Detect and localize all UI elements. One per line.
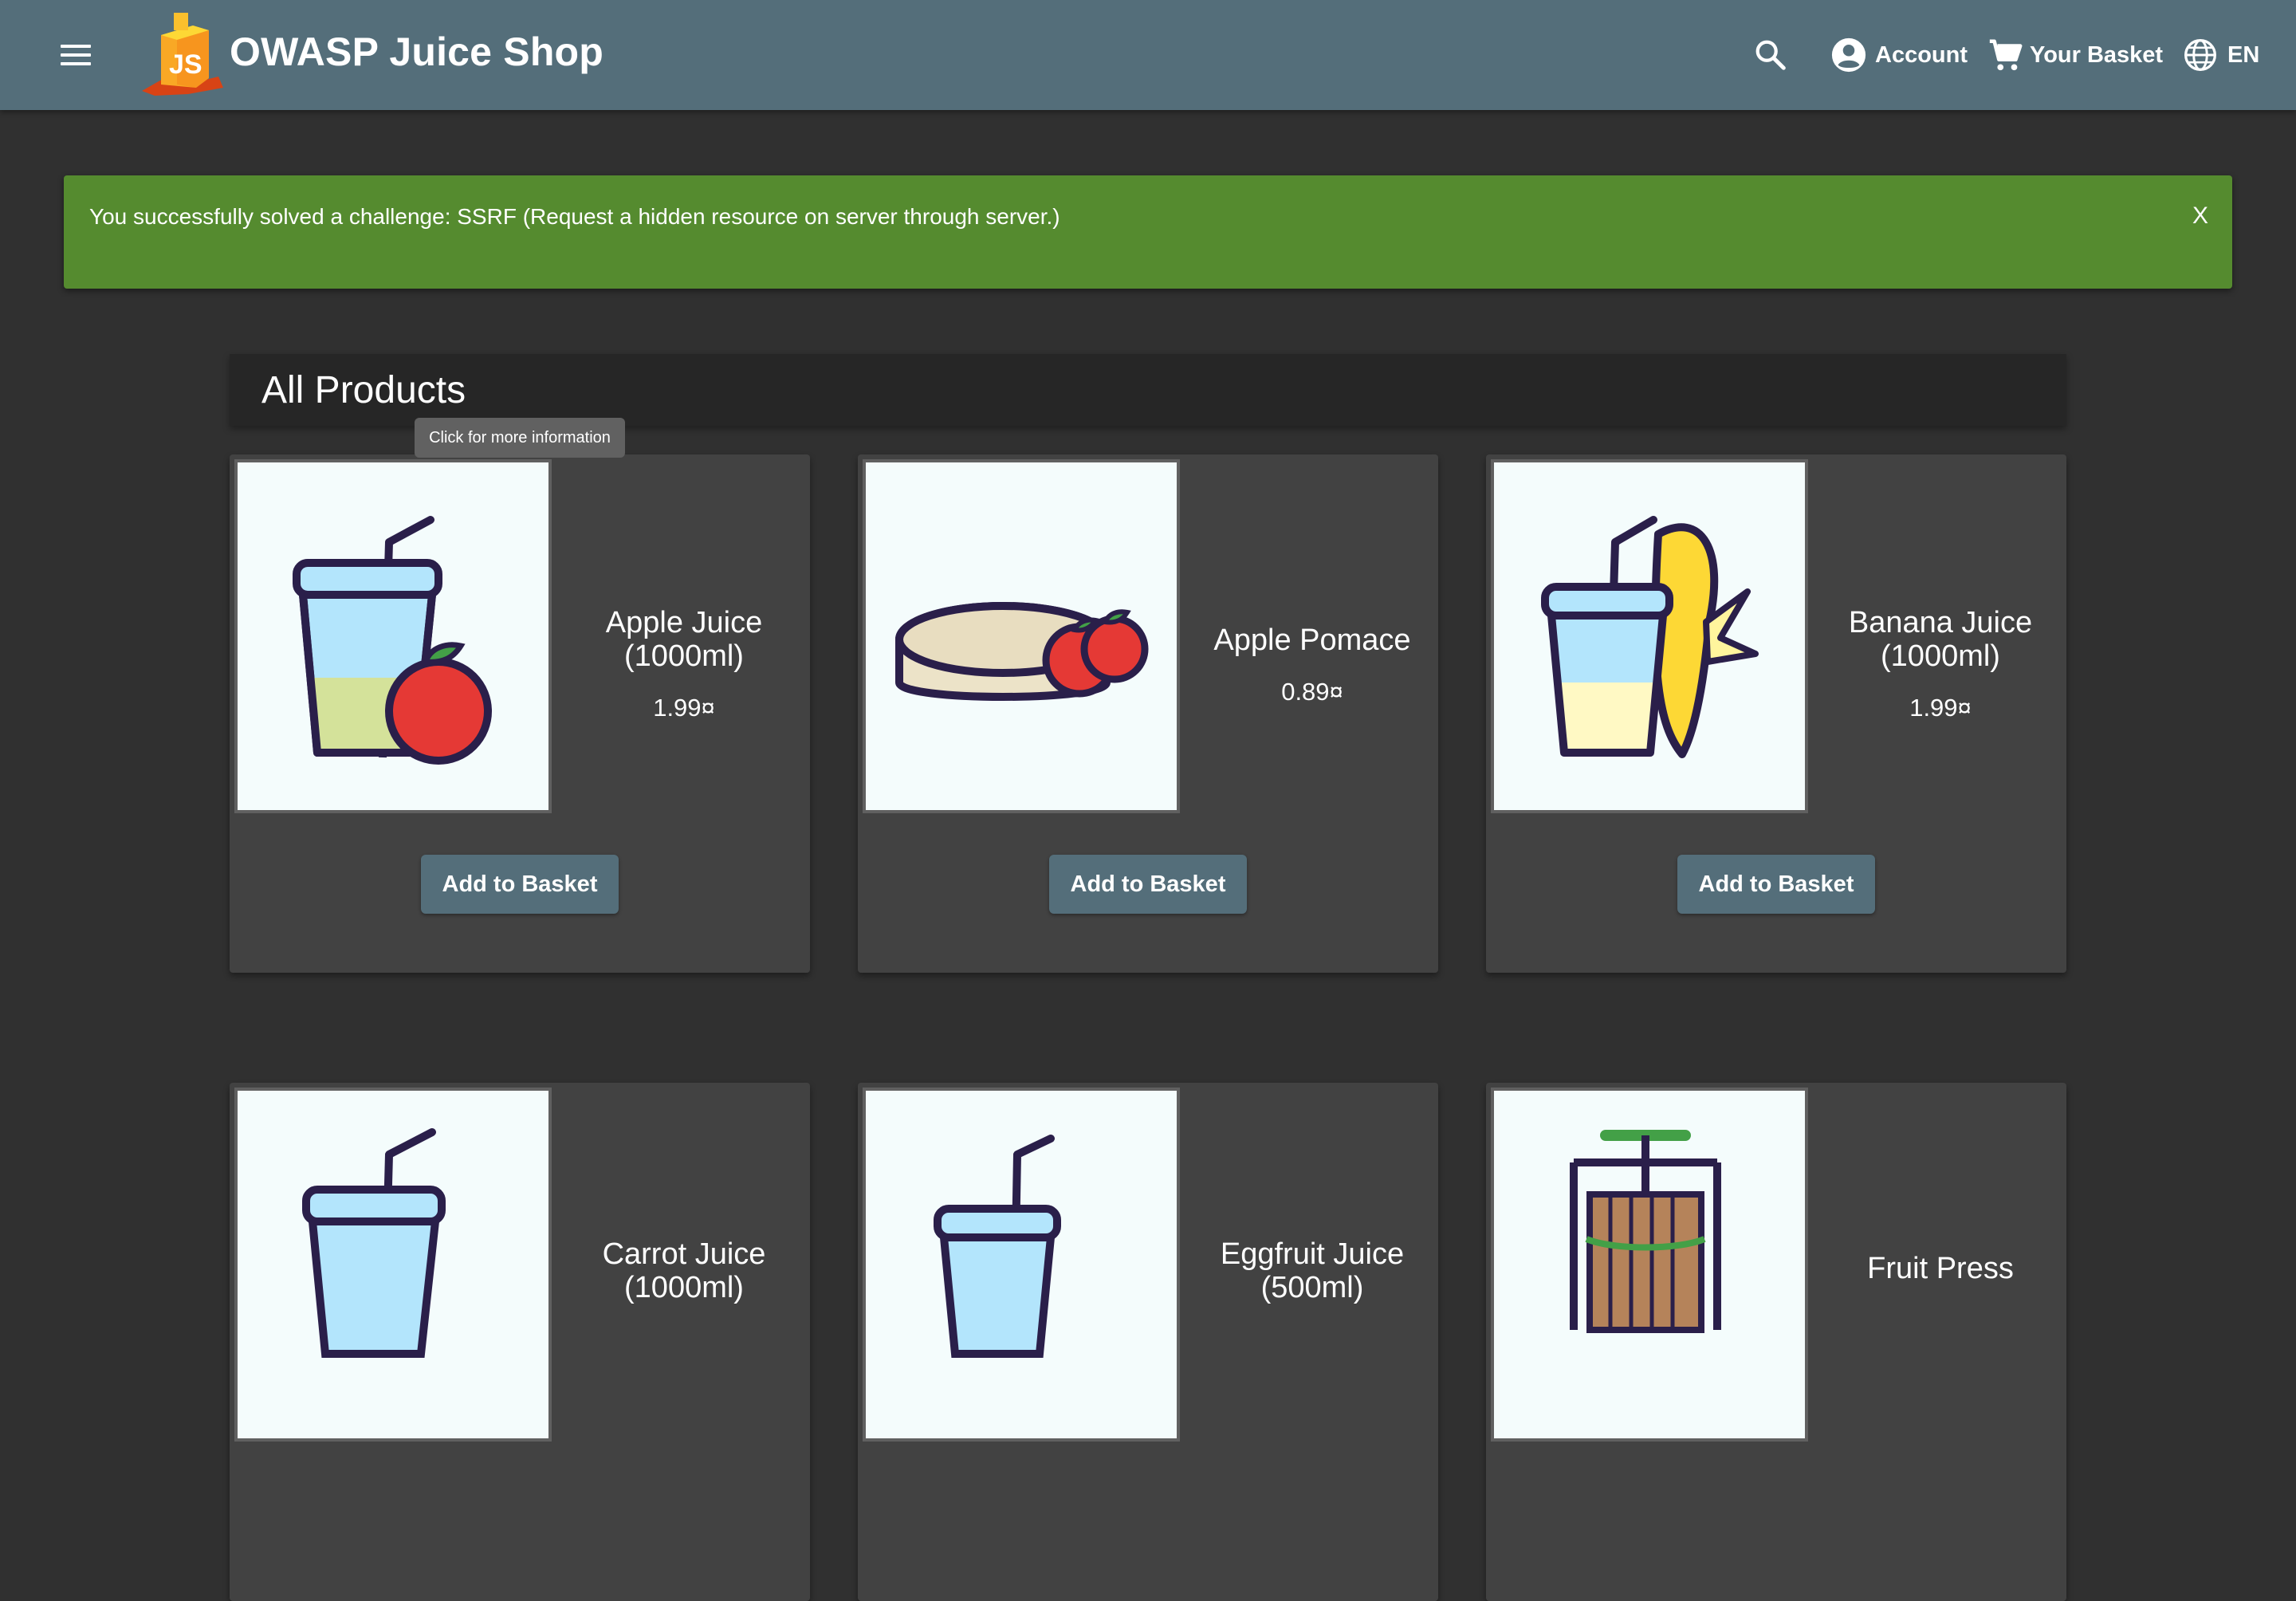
product-image[interactable] bbox=[1491, 459, 1808, 813]
carrot-juice-image bbox=[302, 1128, 446, 1358]
product-card[interactable]: Fruit Press bbox=[1486, 1083, 2066, 1601]
product-info: Eggfruit Juice (500ml) bbox=[1186, 1237, 1438, 1304]
product-name: Banana Juice (1000ml) bbox=[1848, 606, 2033, 673]
product-name: Fruit Press bbox=[1867, 1252, 2014, 1285]
cart-icon bbox=[1989, 39, 2023, 71]
basket-label: Your Basket bbox=[2030, 41, 2164, 68]
page-title: All Products bbox=[261, 369, 466, 411]
apple-pomace-image bbox=[895, 602, 1149, 701]
account-label: Account bbox=[1875, 41, 1968, 68]
product-card[interactable]: Eggfruit Juice (500ml) bbox=[858, 1083, 1438, 1601]
app-title[interactable]: OWASP Juice Shop bbox=[230, 29, 603, 75]
product-image[interactable] bbox=[234, 459, 552, 813]
language-button[interactable]: EN bbox=[2183, 0, 2259, 110]
products-heading-card: All Products bbox=[230, 354, 2066, 426]
product-name: Apple Juice (1000ml) bbox=[605, 606, 763, 673]
product-card[interactable]: Carrot Juice (1000ml) bbox=[230, 1083, 810, 1601]
product-tooltip: Click for more information bbox=[415, 418, 625, 458]
basket-button[interactable]: Your Basket bbox=[1987, 0, 2163, 110]
product-image[interactable] bbox=[863, 459, 1180, 813]
account-circle-icon bbox=[1831, 37, 1866, 73]
globe-icon bbox=[2184, 39, 2216, 71]
notification-close-button[interactable]: X bbox=[2192, 203, 2208, 230]
product-price: 0.89¤ bbox=[1281, 678, 1343, 706]
product-image[interactable] bbox=[863, 1088, 1180, 1442]
product-info: Apple Juice (1000ml) 1.99¤ bbox=[558, 606, 810, 722]
product-card[interactable]: Apple Pomace 0.89¤ Add to Basket bbox=[858, 454, 1438, 973]
menu-icon[interactable] bbox=[49, 35, 102, 75]
product-info: Carrot Juice (1000ml) bbox=[558, 1237, 810, 1304]
challenge-solved-notification: You successfully solved a challenge: SSR… bbox=[64, 175, 2232, 289]
product-card[interactable]: Banana Juice (1000ml) 1.99¤ Add to Baske… bbox=[1486, 454, 2066, 973]
eggfruit-juice-image bbox=[934, 1135, 1061, 1358]
add-to-basket-button[interactable]: Add to Basket bbox=[421, 855, 619, 914]
product-info: Fruit Press bbox=[1814, 1252, 2066, 1285]
search-icon bbox=[1755, 40, 1786, 70]
juice-shop-logo[interactable]: JS bbox=[140, 8, 226, 97]
fruit-press-image bbox=[1570, 1130, 1721, 1333]
banana-juice-image bbox=[1541, 516, 1759, 758]
product-image[interactable] bbox=[234, 1088, 552, 1442]
product-name: Eggfruit Juice (500ml) bbox=[1220, 1237, 1405, 1304]
svg-text:JS: JS bbox=[169, 49, 202, 80]
add-to-basket-button[interactable]: Add to Basket bbox=[1049, 855, 1247, 914]
product-price: 1.99¤ bbox=[1909, 694, 1972, 722]
product-info: Banana Juice (1000ml) 1.99¤ bbox=[1814, 606, 2066, 722]
product-card[interactable]: Apple Juice (1000ml) 1.99¤ Add to Basket bbox=[230, 454, 810, 973]
language-label: EN bbox=[2227, 41, 2260, 68]
search-button[interactable] bbox=[1752, 0, 1789, 110]
notification-message: You successfully solved a challenge: SSR… bbox=[89, 204, 1060, 229]
product-info: Apple Pomace 0.89¤ bbox=[1186, 623, 1438, 706]
product-name: Apple Pomace bbox=[1213, 623, 1411, 657]
product-price: 1.99¤ bbox=[653, 694, 715, 722]
product-name: Carrot Juice (1000ml) bbox=[602, 1237, 766, 1304]
product-image[interactable] bbox=[1491, 1088, 1808, 1442]
apple-juice-image bbox=[293, 516, 492, 765]
top-toolbar: JS OWASP Juice Shop Account Your Basket bbox=[0, 0, 2296, 110]
account-button[interactable]: Account bbox=[1830, 0, 1968, 110]
add-to-basket-button[interactable]: Add to Basket bbox=[1677, 855, 1875, 914]
